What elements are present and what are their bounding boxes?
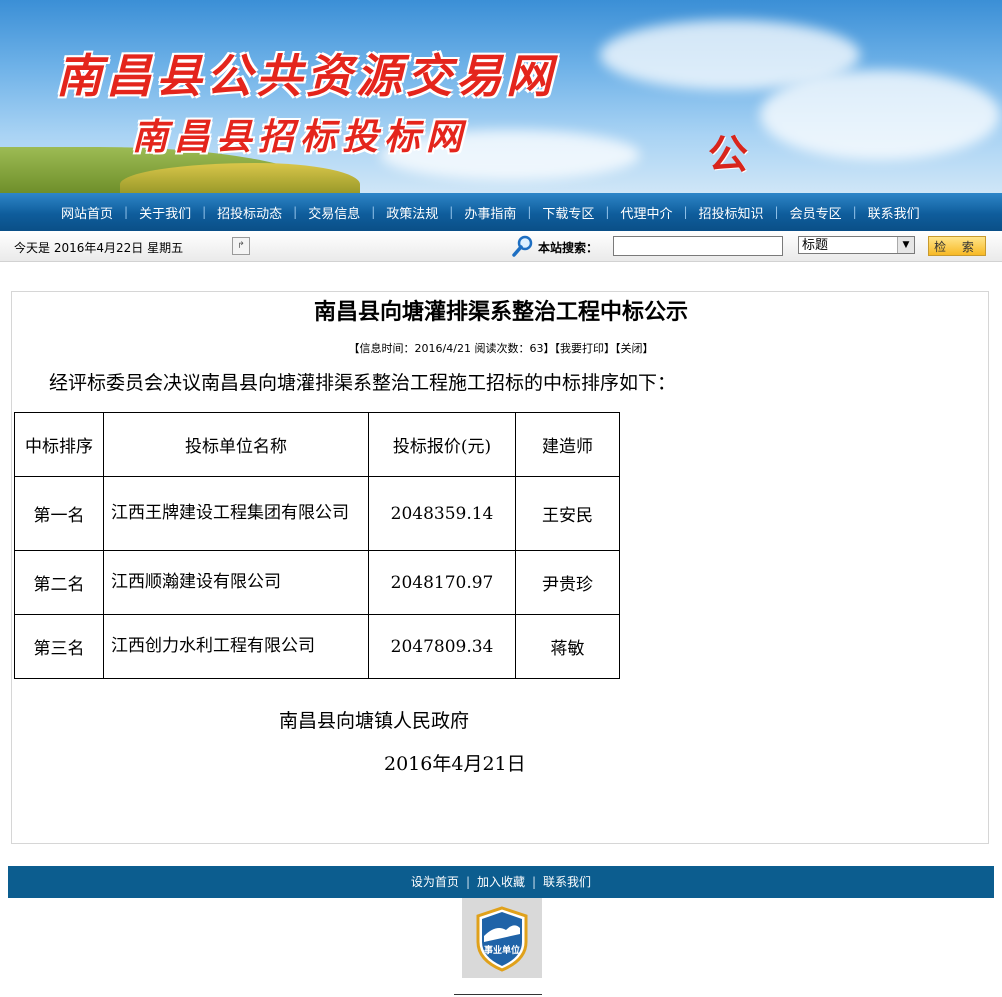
rank-cell: 第三名 — [14, 614, 104, 679]
badge-underline — [454, 994, 542, 995]
cloud-decoration — [760, 70, 1000, 160]
site-title: 南昌县公共资源交易网 — [56, 49, 556, 103]
table-row: 第二名 江西顺瀚建设有限公司 2048170.97 尹贵珍 — [14, 550, 620, 615]
table-row: 第一名 江西王牌建设工程集团有限公司 2048359.14 王安民 — [14, 476, 620, 551]
chevron-down-icon[interactable]: ▼ — [897, 237, 914, 253]
nav-item-trade-info[interactable]: 交易信息 — [297, 193, 371, 231]
nav-item-about[interactable]: 关于我们 — [128, 193, 202, 231]
rank-cell: 第一名 — [14, 476, 104, 551]
footer-bar: 设为首页 | 加入收藏 | 联系我们 — [8, 866, 994, 898]
table-header-cell: 中标排序 — [14, 412, 104, 477]
price-cell: 2048170.97 — [368, 550, 516, 615]
company-cell: 江西创力水利工程有限公司 — [103, 614, 369, 679]
nav-item-download[interactable]: 下载专区 — [531, 193, 605, 231]
table-header-cell: 投标报价(元) — [368, 412, 516, 477]
shield-icon: 事业单位 — [476, 906, 528, 972]
constructor-cell: 尹贵珍 — [515, 550, 620, 615]
nav-item-bidding-news[interactable]: 招投标动态 — [206, 193, 293, 231]
table-header-cell: 投标单位名称 — [103, 412, 369, 477]
search-input[interactable] — [613, 236, 783, 256]
nav-item-guide[interactable]: 办事指南 — [453, 193, 527, 231]
article-intro: 经评标委员会决议南昌县向塘灌排渠系整治工程施工招标的中标排序如下： — [49, 372, 677, 394]
nav-item-knowledge[interactable]: 招投标知识 — [688, 193, 775, 231]
magnifier-icon — [512, 235, 533, 257]
price-cell: 2048359.14 — [368, 476, 516, 551]
badge-label: 事业单位 — [484, 944, 520, 956]
search-label: 本站搜索： — [538, 241, 599, 255]
nav-item-members[interactable]: 会员专区 — [779, 193, 853, 231]
article-info-time: 【信息时间：2016/4/21 阅读次数：63】 — [348, 342, 555, 355]
search-field-select-value: 标题 — [802, 238, 829, 253]
main-nav: 网站首页 | 关于我们 | 招投标动态 | 交易信息 | 政策法规 | 办事指南… — [0, 193, 1002, 231]
close-link[interactable]: 【关闭】 — [615, 342, 654, 355]
nav-item-home[interactable]: 网站首页 — [50, 193, 124, 231]
article-panel: 南昌县向塘灌排渠系整治工程中标公示 【信息时间：2016/4/21 阅读次数：6… — [11, 291, 989, 844]
issuer-signature: 南昌县向塘镇人民政府 — [279, 710, 470, 732]
constructor-cell: 蒋敏 — [515, 614, 620, 679]
add-favorite-link[interactable]: 加入收藏 — [470, 875, 532, 889]
nav-item-contact[interactable]: 联系我们 — [857, 193, 931, 231]
winning-bid-table: 中标排序 投标单位名称 投标报价(元) 建造师 第一名 江西王牌建设工程集团有限… — [14, 412, 620, 679]
company-cell: 江西顺瀚建设有限公司 — [103, 550, 369, 615]
institution-badge[interactable]: 事业单位 — [462, 898, 542, 978]
seal-logo: 公 — [708, 131, 748, 178]
rank-cell: 第二名 — [14, 550, 104, 615]
contact-link[interactable]: 联系我们 — [536, 875, 598, 889]
table-header-row: 中标排序 投标单位名称 投标报价(元) 建造师 — [14, 412, 620, 477]
company-cell: 江西王牌建设工程集团有限公司 — [103, 476, 369, 551]
table-header-cell: 建造师 — [515, 412, 620, 477]
article-title: 南昌县向塘灌排渠系整治工程中标公示 — [313, 299, 688, 325]
nav-item-agency[interactable]: 代理中介 — [609, 193, 683, 231]
set-homepage-link[interactable]: 设为首页 — [404, 875, 466, 889]
price-cell: 2047809.34 — [368, 614, 516, 679]
current-date: 今天是 2016年4月22日 星期五 — [14, 241, 184, 255]
small-toggle-icon[interactable]: ↱ — [232, 237, 250, 255]
search-field-select[interactable]: 标题 ▼ — [798, 236, 915, 254]
search-button[interactable]: 检 索 — [928, 236, 986, 256]
table-row: 第三名 江西创力水利工程有限公司 2047809.34 蒋敏 — [14, 614, 620, 679]
nav-item-policy[interactable]: 政策法规 — [375, 193, 449, 231]
info-bar: 今天是 2016年4月22日 星期五 ↱ 本站搜索： 标题 ▼ 检 索 — [0, 231, 1002, 262]
constructor-cell: 王安民 — [515, 476, 620, 551]
site-banner: 南昌县公共资源交易网 南昌县招标投标网 公 — [0, 0, 1002, 193]
site-subtitle: 南昌县招标投标网 — [132, 116, 469, 158]
issue-date: 2016年4月21日 — [384, 753, 526, 775]
article-meta: 【信息时间：2016/4/21 阅读次数：63】【我要打印】【关闭】 — [12, 340, 990, 356]
print-link[interactable]: 【我要打印】 — [554, 342, 615, 355]
